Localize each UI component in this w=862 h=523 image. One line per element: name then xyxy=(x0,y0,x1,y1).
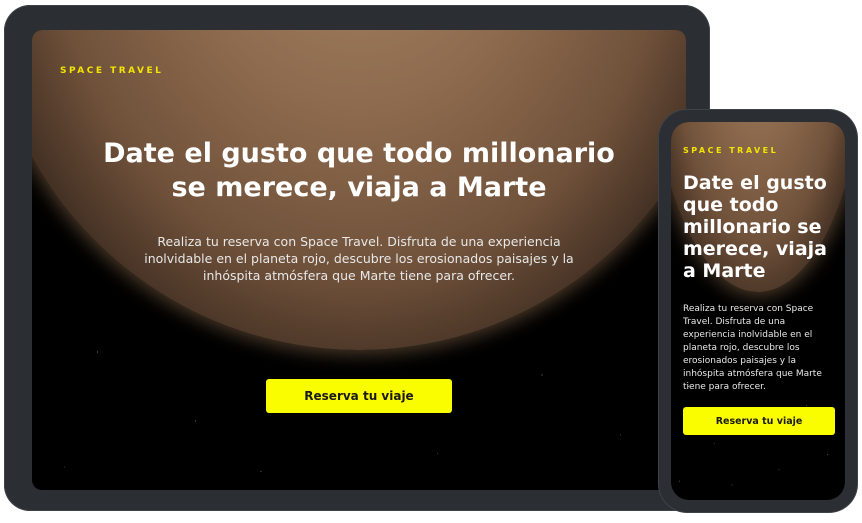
reserve-trip-button[interactable]: Reserva tu viaje xyxy=(683,407,835,435)
phone-screen: SPACE TRAVEL Date el gusto que todo mill… xyxy=(671,122,845,500)
tablet-screen: SPACE TRAVEL Date el gusto que todo mill… xyxy=(32,30,686,490)
brand-logo[interactable]: SPACE TRAVEL xyxy=(60,66,163,76)
hero-description: Realiza tu reserva con Space Travel. Dis… xyxy=(144,234,574,283)
phone-device-frame: SPACE TRAVEL Date el gusto que todo mill… xyxy=(659,110,857,512)
reserve-trip-button[interactable]: Reserva tu viaje xyxy=(266,379,452,413)
brand-logo[interactable]: SPACE TRAVEL xyxy=(683,146,778,155)
hero-headline: Date el gusto que todo millonario se mer… xyxy=(683,172,827,282)
hero-description: Realiza tu reserva con Space Travel. Dis… xyxy=(683,304,822,392)
hero-headline: Date el gusto que todo millonario se mer… xyxy=(103,138,615,203)
tablet-device-frame: SPACE TRAVEL Date el gusto que todo mill… xyxy=(4,5,710,511)
